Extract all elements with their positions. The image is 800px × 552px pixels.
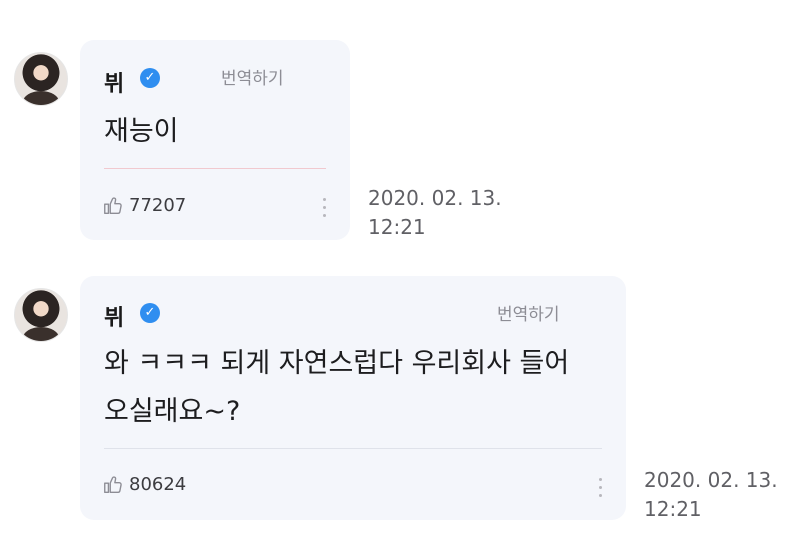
comment-text: 재능이 xyxy=(104,108,179,156)
more-vertical-icon[interactable] xyxy=(597,478,603,498)
translate-button[interactable]: 번역하기 xyxy=(497,300,560,325)
timestamp-date: 2020. 02. 13. xyxy=(368,186,502,210)
like-count: 77207 xyxy=(129,195,187,216)
verified-badge-icon: ✓ xyxy=(140,68,160,88)
comment-bubble: 뷔 ✓ 번역하기 재능이 77207 xyxy=(80,40,350,240)
author-name[interactable]: 뷔 xyxy=(104,66,124,98)
timestamp-time: 12:21 xyxy=(644,497,702,521)
comment-text-line: 와 ㅋㅋㅋ 되게 자연스럽다 우리회사 들어 xyxy=(104,348,570,379)
more-vertical-icon[interactable] xyxy=(321,198,327,218)
thumbs-up-icon[interactable] xyxy=(102,474,124,496)
timestamp-time: 12:21 xyxy=(368,215,426,239)
timestamp: 2020. 02. 13. 12:21 xyxy=(644,466,778,524)
thumbs-up-icon[interactable] xyxy=(102,195,124,217)
comment-text-line: 재능이 xyxy=(104,116,179,147)
comment-bubble: 뷔 ✓ 번역하기 와 ㅋㅋㅋ 되게 자연스럽다 우리회사 들어 오실래요~? 8… xyxy=(80,276,626,520)
timestamp-date: 2020. 02. 13. xyxy=(644,468,778,492)
avatar[interactable] xyxy=(14,52,68,106)
timestamp: 2020. 02. 13. 12:21 xyxy=(368,184,502,242)
divider xyxy=(104,168,326,169)
like-count: 80624 xyxy=(129,474,187,495)
comment-text: 와 ㅋㅋㅋ 되게 자연스럽다 우리회사 들어 오실래요~? xyxy=(104,340,569,436)
author-name[interactable]: 뷔 xyxy=(104,300,124,332)
comment-text-line: 오실래요~? xyxy=(104,396,241,427)
divider xyxy=(104,448,602,449)
avatar[interactable] xyxy=(14,288,68,342)
verified-badge-icon: ✓ xyxy=(140,303,160,323)
translate-button[interactable]: 번역하기 xyxy=(221,64,284,89)
